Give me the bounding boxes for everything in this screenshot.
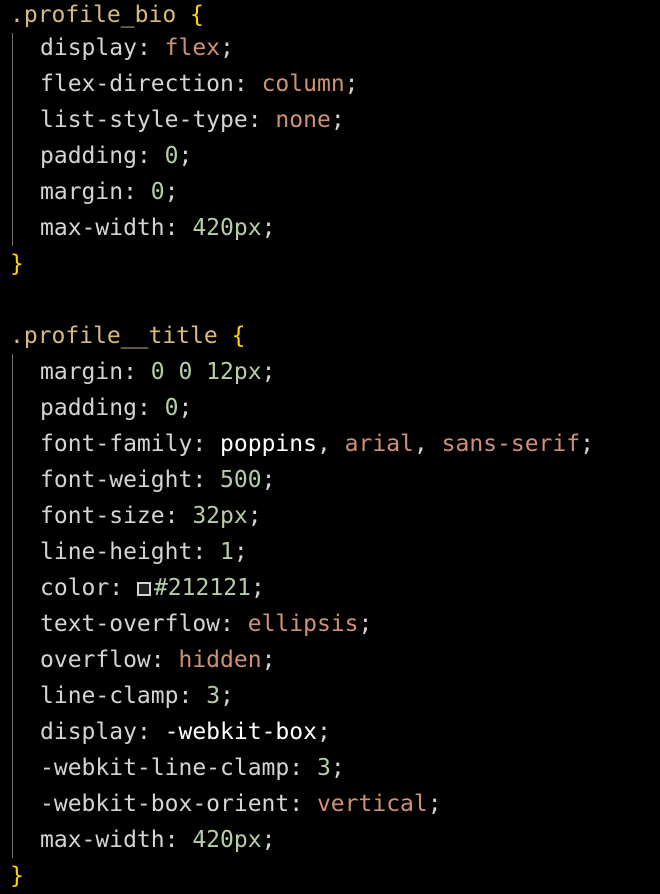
rule-2-selector: .profile__title — [10, 323, 218, 349]
declaration-line: display: flex; — [40, 35, 234, 61]
declaration-line: -webkit-line-clamp: 3; — [40, 755, 345, 781]
declaration-line: padding: 0; — [40, 395, 193, 421]
rule-1-selector: .profile_bio — [10, 2, 177, 28]
rule-2-open-brace: { — [231, 323, 246, 349]
declaration-line: line-height: 1; — [40, 539, 248, 565]
indent-guide-1 — [12, 33, 13, 246]
declaration-line: -webkit-box-orient: vertical; — [40, 791, 442, 817]
rule-1-open-brace: { — [190, 2, 204, 28]
declaration-line: max-width: 420px; — [40, 215, 276, 241]
color-swatch-icon[interactable] — [136, 582, 151, 596]
declaration-line: margin: 0 0 12px; — [40, 359, 276, 385]
declaration-line: margin: 0; — [40, 179, 179, 205]
declaration-line: overflow: hidden; — [40, 647, 276, 673]
declaration-line: list-style-type: none; — [40, 107, 345, 133]
rule-1-close-brace: } — [10, 251, 24, 277]
rule-2-close: } — [10, 858, 24, 894]
declaration-line: padding: 0; — [40, 143, 193, 169]
rule-2-close-brace: } — [10, 863, 24, 889]
rule-1-close: } — [10, 246, 24, 282]
declaration-line: font-family: poppins, arial, sans-serif; — [40, 431, 594, 457]
declaration-line: font-weight: 500; — [40, 467, 276, 493]
declaration-line: font-size: 32px; — [40, 503, 262, 529]
declaration-line: color: #212121; — [40, 575, 265, 601]
declaration-line: display: -webkit-box; — [40, 719, 331, 745]
declaration-line: max-width: 420px; — [40, 827, 276, 853]
rule-1-header: .profile_bio { — [10, 0, 204, 33]
indent-guide-2 — [12, 354, 13, 858]
declaration-line: line-clamp: 3; — [40, 683, 234, 709]
rule-2-header: .profile__title { — [10, 318, 245, 354]
code-editor[interactable]: .profile_bio { display: flex; flex-direc… — [0, 0, 660, 889]
declaration-line: text-overflow: ellipsis; — [40, 611, 373, 637]
declaration-line: flex-direction: column; — [40, 71, 359, 97]
